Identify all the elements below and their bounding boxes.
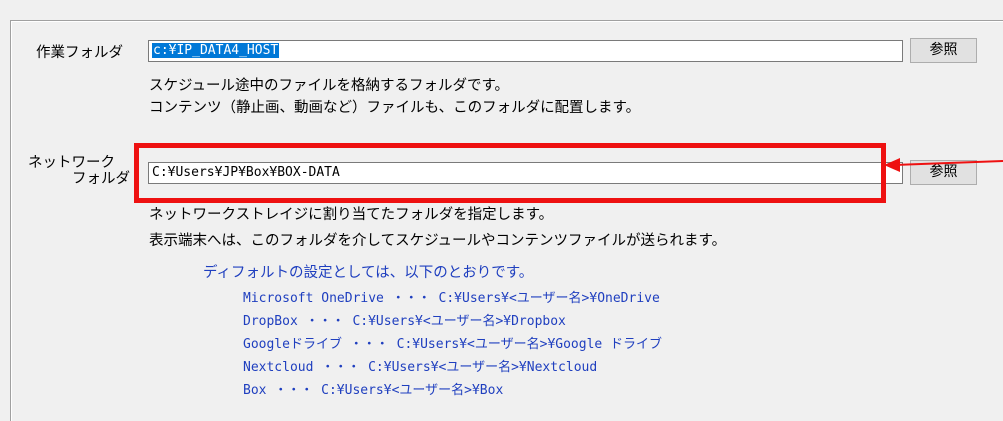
default-item-google-drive: Googleドライブ ・・・ C:¥Users¥<ユーザー名>¥Google ド… <box>243 337 663 352</box>
default-item-nextcloud: Nextcloud ・・・ C:¥Users¥<ユーザー名>¥Nextcloud <box>243 360 598 375</box>
default-item-box: Box ・・・ C:¥Users¥<ユーザー名>¥Box <box>243 383 504 398</box>
network-folder-input[interactable]: C:¥Users¥JP¥Box¥BOX-DATA <box>148 162 903 184</box>
pointer-arrow-icon <box>884 158 1003 172</box>
default-item-onedrive: Microsoft OneDrive ・・・ C:¥Users¥<ユーザー名>¥… <box>243 291 660 306</box>
work-folder-input[interactable]: c:¥IP_DATA4_HOST <box>148 40 903 62</box>
work-folder-value: c:¥IP_DATA4_HOST <box>152 43 280 58</box>
network-folder-description-1: ネットワークストレイジに割り当てたフォルダを指定します。 <box>149 207 554 223</box>
work-folder-browse-button[interactable]: 参照 <box>910 38 977 63</box>
default-item-dropbox: DropBox ・・・ C:¥Users¥<ユーザー名>¥Dropbox <box>243 314 566 329</box>
defaults-heading: ディフォルトの設定としては、以下のとおりです。 <box>203 265 534 281</box>
network-folder-description-2: 表示端末へは、このフォルダを介してスケジュールやコンテンツファイルが送られます。 <box>149 233 727 249</box>
work-folder-description-2: コンテンツ（静止画、動画など）ファイルも、このフォルダに配置します。 <box>149 100 641 116</box>
work-folder-label: 作業フォルダ <box>36 45 123 61</box>
network-folder-label-line2: フォルダ <box>72 171 130 187</box>
work-folder-description-1: スケジュール途中のファイルを格納するフォルダです。 <box>149 78 510 94</box>
